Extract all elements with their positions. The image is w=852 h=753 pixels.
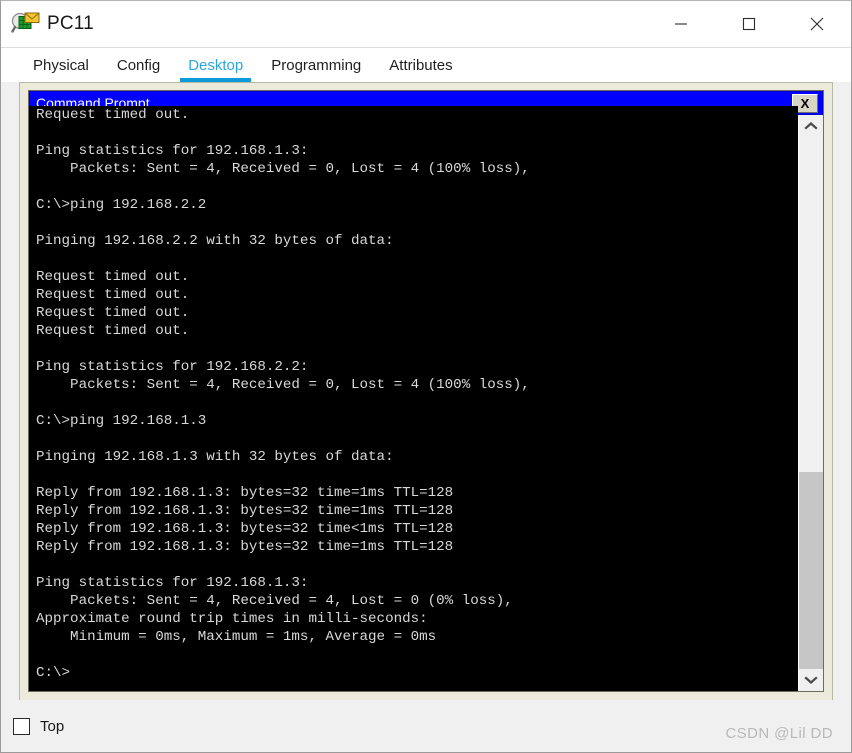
chevron-down-icon <box>804 676 818 684</box>
desktop-content-panel: Command Prompt X Request timed out. Ping… <box>19 82 833 700</box>
tab-physical[interactable]: Physical <box>19 48 103 82</box>
command-prompt-body: Request timed out. Ping statistics for 1… <box>29 106 823 691</box>
device-tab-bar: Physical Config Desktop Programming Attr… <box>1 48 851 82</box>
terminal-scrollbar[interactable] <box>798 115 823 691</box>
maximize-icon <box>742 17 756 31</box>
scrollbar-thumb[interactable] <box>799 472 823 669</box>
bottom-bar: Top CSDN @Lil DD <box>1 700 851 752</box>
window-title-bar: PC11 <box>1 1 851 48</box>
window-controls <box>647 1 851 47</box>
close-icon <box>810 17 824 31</box>
tab-desktop[interactable]: Desktop <box>174 48 257 82</box>
watermark: CSDN @Lil DD <box>725 725 833 742</box>
minimize-button[interactable] <box>647 1 715 47</box>
tab-attributes[interactable]: Attributes <box>375 48 466 82</box>
terminal-output[interactable]: Request timed out. Ping statistics for 1… <box>29 106 798 691</box>
scrollbar-down-button[interactable] <box>799 669 823 691</box>
close-button[interactable] <box>783 1 851 47</box>
maximize-button[interactable] <box>715 1 783 47</box>
chevron-up-icon <box>804 122 818 130</box>
pc-device-window: PC11 Physical Config Desktop Programming… <box>0 0 852 753</box>
minimize-icon <box>675 23 687 25</box>
top-checkbox[interactable] <box>13 717 30 735</box>
tab-programming[interactable]: Programming <box>257 48 375 82</box>
tab-config[interactable]: Config <box>103 48 174 82</box>
top-checkbox-label: Top <box>40 717 65 735</box>
pc-magnifier-envelope-icon <box>11 11 41 37</box>
page-title: PC11 <box>47 13 94 34</box>
scrollbar-track[interactable] <box>799 137 823 669</box>
command-prompt-window: Command Prompt X Request timed out. Ping… <box>28 90 824 692</box>
scrollbar-up-button[interactable] <box>799 115 823 137</box>
